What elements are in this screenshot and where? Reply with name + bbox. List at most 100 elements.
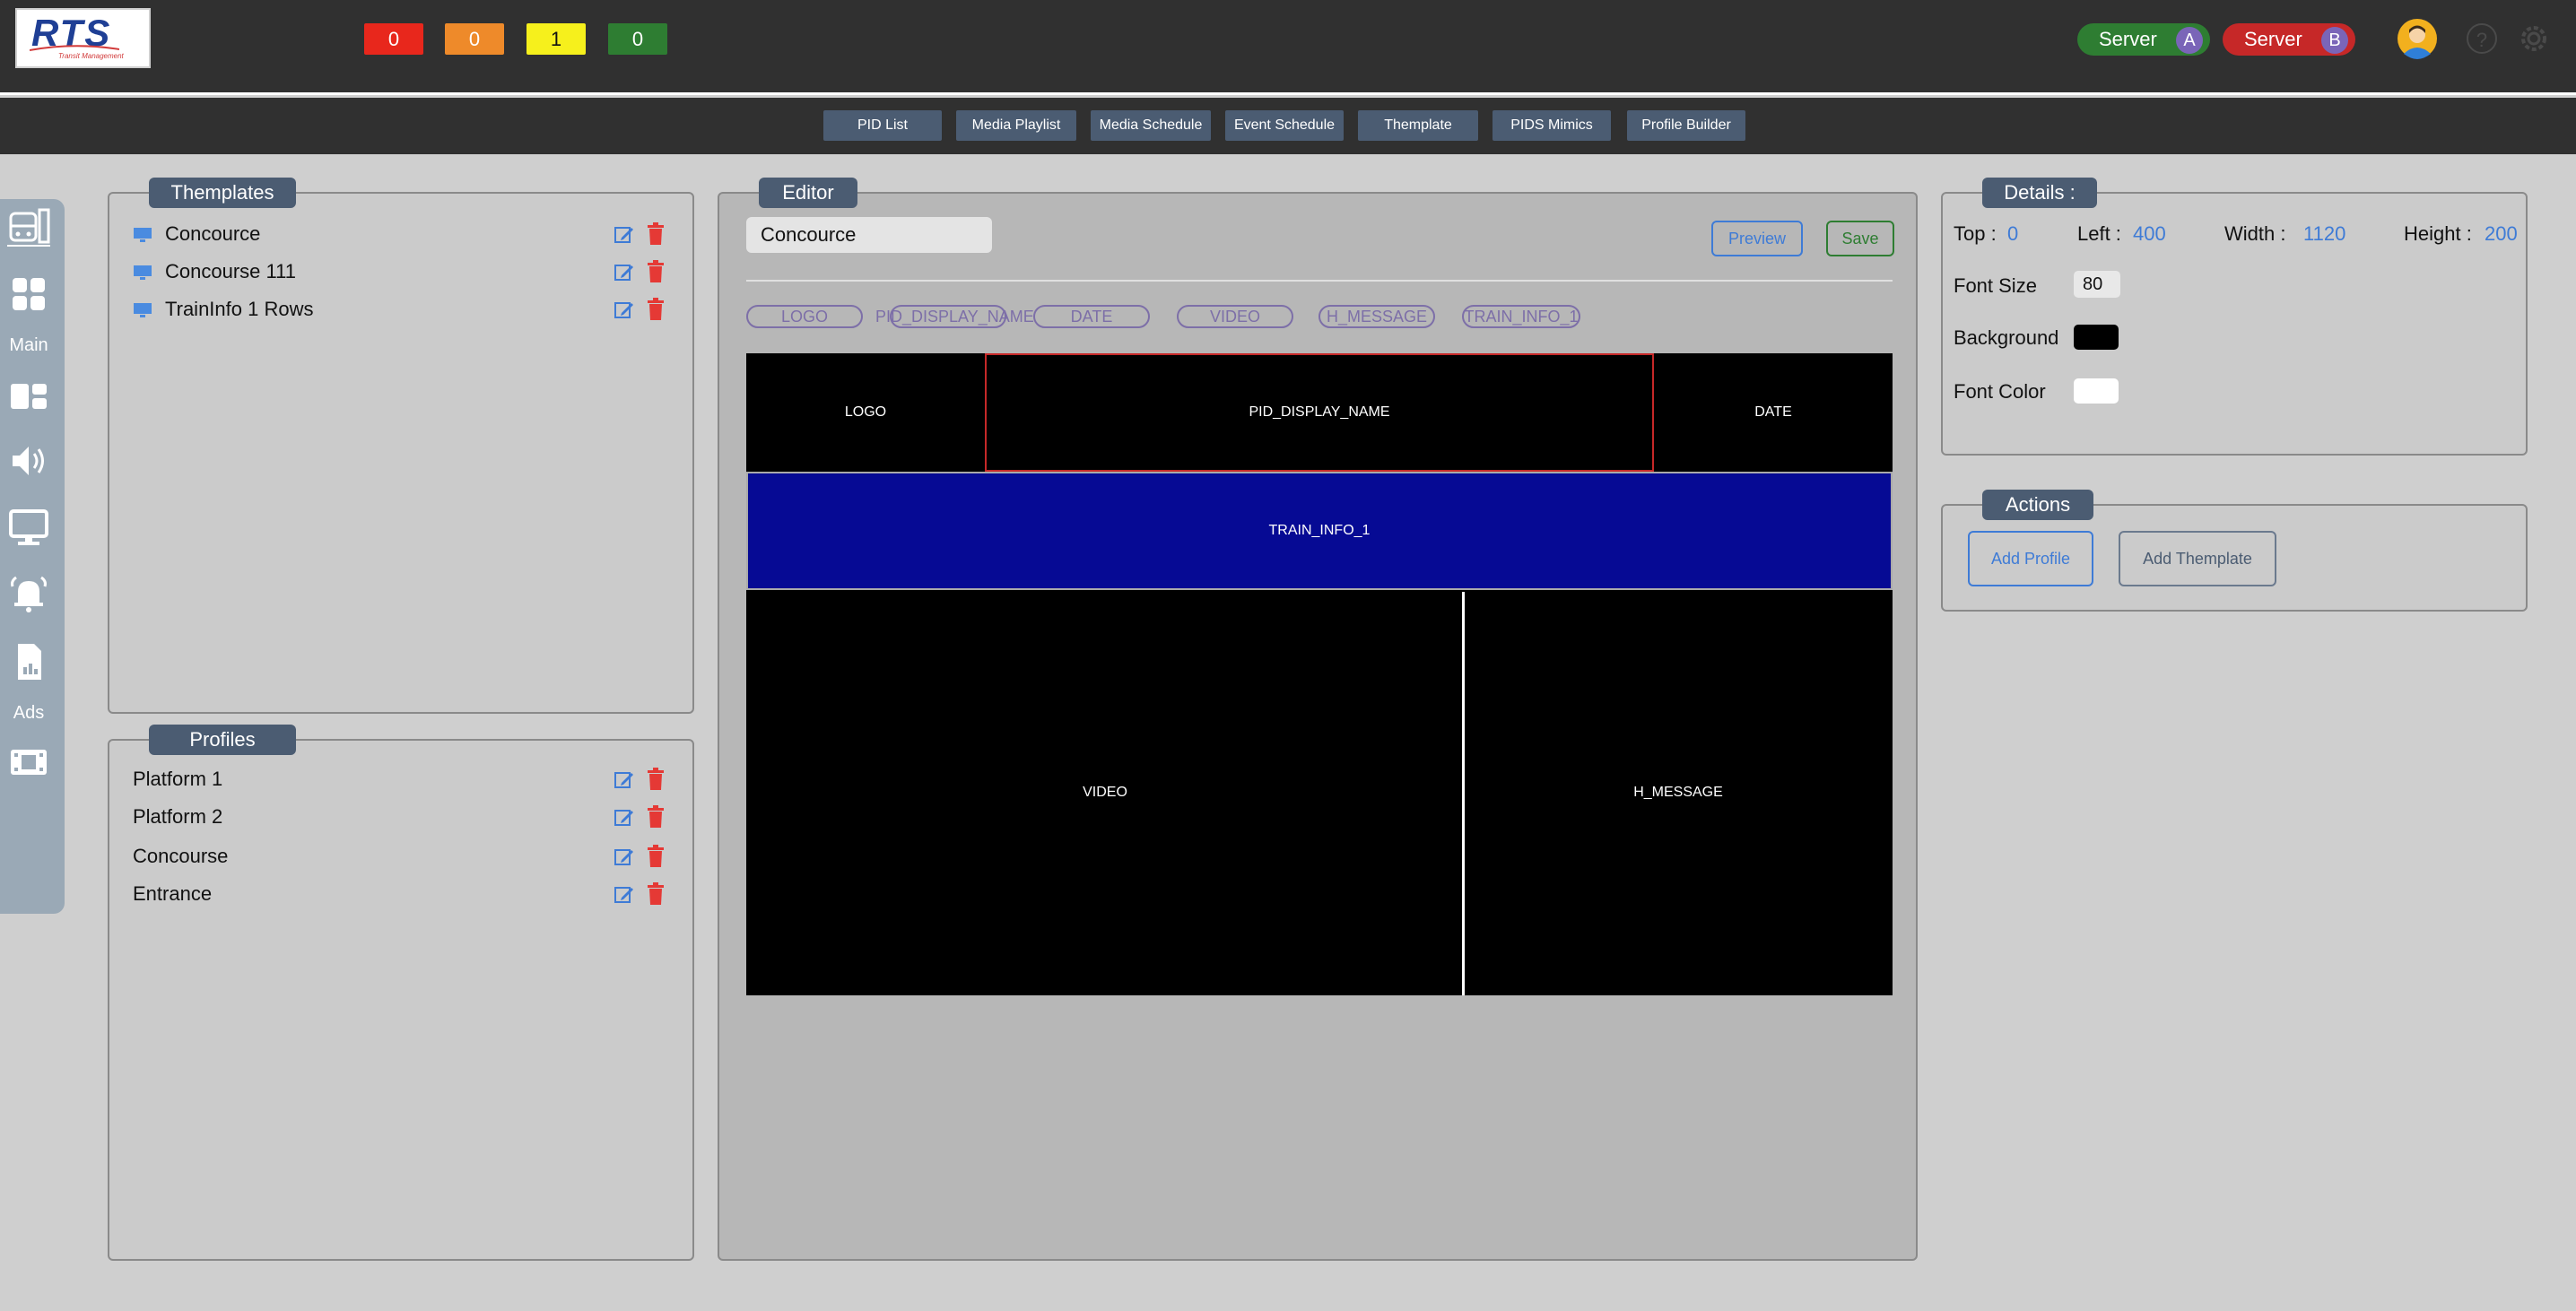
monitor-icon bbox=[134, 228, 152, 243]
tab-profile-builder[interactable]: Profile Builder bbox=[1627, 110, 1745, 141]
profiles-panel: Profiles Platform 1 Platform 2 Concourse… bbox=[108, 725, 694, 1261]
monitor-icon[interactable] bbox=[7, 508, 50, 547]
canvas-divider bbox=[1462, 592, 1465, 995]
add-template-button[interactable]: Add Themplate bbox=[2119, 531, 2276, 586]
edit-icon[interactable] bbox=[614, 847, 635, 868]
server-a-status[interactable]: Server A bbox=[2077, 23, 2210, 56]
preview-button[interactable]: Preview bbox=[1711, 221, 1803, 256]
side-rail: Main Ads bbox=[0, 199, 65, 914]
profile-item[interactable]: Platform 2 bbox=[133, 803, 222, 830]
profiles-panel-title: Profiles bbox=[149, 725, 296, 755]
editor-panel: Editor Preview Save LOGO PID_DISPLAY_NAM… bbox=[718, 178, 1918, 1261]
profile-item[interactable]: Entrance bbox=[133, 881, 212, 907]
height-value[interactable]: 200 bbox=[2485, 222, 2518, 246]
font-size-input[interactable]: 80 bbox=[2074, 271, 2120, 298]
font-size-label: Font Size bbox=[1954, 274, 2037, 297]
gear-icon[interactable] bbox=[2517, 22, 2551, 56]
tab-media-schedule[interactable]: Media Schedule bbox=[1091, 110, 1211, 141]
rts-logo[interactable]: RTS Transit Management bbox=[15, 8, 151, 68]
tab-pid-list[interactable]: PID List bbox=[823, 110, 942, 141]
details-panel: Details : Top : 0 Left : 400 Width : 112… bbox=[1941, 178, 2528, 456]
edit-icon[interactable] bbox=[614, 884, 635, 906]
server-b-letter: B bbox=[2321, 27, 2348, 54]
width-label: Width : bbox=[2224, 222, 2286, 245]
alarm-counter-ok[interactable]: 0 bbox=[608, 23, 667, 55]
height-label: Height : bbox=[2404, 222, 2472, 245]
delete-icon[interactable] bbox=[646, 260, 666, 283]
alarm-bell-icon[interactable] bbox=[7, 574, 50, 613]
dashboard-grid-icon[interactable] bbox=[7, 274, 50, 314]
speaker-icon[interactable] bbox=[7, 441, 50, 481]
template-item-label: Concource bbox=[165, 222, 261, 245]
template-item[interactable]: Concourse 111 bbox=[133, 258, 296, 285]
editor-divider bbox=[746, 280, 1893, 282]
edit-icon[interactable] bbox=[614, 300, 635, 321]
alarm-counter-minor[interactable]: 1 bbox=[527, 23, 586, 55]
template-item[interactable]: Concource bbox=[133, 221, 260, 247]
chip-drag-outline bbox=[890, 305, 1006, 328]
server-a-letter: A bbox=[2176, 27, 2203, 54]
monitor-icon bbox=[134, 303, 152, 318]
chip-logo[interactable]: LOGO bbox=[746, 305, 863, 328]
left-value[interactable]: 400 bbox=[2133, 222, 2166, 246]
monitor-icon bbox=[134, 265, 152, 281]
chip-video[interactable]: VIDEO bbox=[1177, 305, 1293, 328]
canvas-block-train-info-1[interactable]: TRAIN_INFO_1 bbox=[746, 472, 1893, 590]
edit-icon[interactable] bbox=[614, 769, 635, 791]
film-strip-icon[interactable] bbox=[7, 742, 50, 782]
report-document-icon[interactable] bbox=[7, 642, 50, 682]
train-pid-icon[interactable] bbox=[7, 208, 50, 247]
tab-pids-mimics[interactable]: PIDS Mimics bbox=[1493, 110, 1611, 141]
template-item-label: TrainInfo 1 Rows bbox=[165, 298, 314, 320]
tab-media-playlist[interactable]: Media Playlist bbox=[956, 110, 1076, 141]
delete-icon[interactable] bbox=[646, 298, 666, 321]
chip-train-info-1[interactable]: TRAIN_INFO_1 bbox=[1462, 305, 1580, 328]
layout-blocks-icon[interactable] bbox=[7, 377, 50, 416]
alarm-counter-major[interactable]: 0 bbox=[445, 23, 504, 55]
delete-icon[interactable] bbox=[646, 882, 666, 906]
canvas-block-logo[interactable]: LOGO bbox=[748, 355, 983, 470]
edit-icon[interactable] bbox=[614, 262, 635, 283]
help-icon[interactable]: ? bbox=[2467, 23, 2497, 54]
canvas-block-pid-display-name[interactable]: PID_DISPLAY_NAME bbox=[985, 353, 1654, 472]
font-color-swatch[interactable] bbox=[2074, 378, 2119, 404]
tab-themplate[interactable]: Themplate bbox=[1358, 110, 1478, 141]
save-button[interactable]: Save bbox=[1826, 221, 1894, 256]
logo-tagline: Transit Management bbox=[58, 52, 124, 60]
delete-icon[interactable] bbox=[646, 845, 666, 868]
server-b-label: Server bbox=[2244, 28, 2302, 50]
details-panel-title: Details : bbox=[1982, 178, 2097, 208]
chip-h-message[interactable]: H_MESSAGE bbox=[1318, 305, 1435, 328]
tab-event-schedule[interactable]: Event Schedule bbox=[1225, 110, 1344, 141]
template-name-input[interactable] bbox=[746, 217, 992, 253]
alarm-counter-critical[interactable]: 0 bbox=[364, 23, 423, 55]
server-b-status[interactable]: Server B bbox=[2223, 23, 2355, 56]
template-item[interactable]: TrainInfo 1 Rows bbox=[133, 296, 313, 323]
edit-icon[interactable] bbox=[614, 224, 635, 246]
add-profile-button[interactable]: Add Profile bbox=[1968, 531, 2093, 586]
left-label: Left : bbox=[2077, 222, 2121, 245]
delete-icon[interactable] bbox=[646, 805, 666, 829]
top-value[interactable]: 0 bbox=[2007, 222, 2018, 246]
background-color-swatch[interactable] bbox=[2074, 325, 2119, 350]
layout-canvas: LOGO PID_DISPLAY_NAME DATE TRAIN_INFO_1 … bbox=[746, 353, 1893, 995]
profile-item[interactable]: Concourse bbox=[133, 843, 228, 870]
top-label: Top : bbox=[1954, 222, 1997, 245]
background-label: Background bbox=[1954, 326, 2059, 349]
actions-panel-title: Actions bbox=[1982, 490, 2093, 520]
user-avatar-icon[interactable] bbox=[2397, 18, 2438, 59]
templates-panel-title: Themplates bbox=[149, 178, 296, 208]
chip-date[interactable]: DATE bbox=[1033, 305, 1150, 328]
canvas-block-h-message[interactable]: H_MESSAGE bbox=[1466, 592, 1891, 994]
canvas-block-date[interactable]: DATE bbox=[1656, 355, 1891, 470]
templates-panel: Themplates Concource Concourse 111 Train… bbox=[108, 178, 694, 714]
canvas-block-video[interactable]: VIDEO bbox=[748, 592, 1462, 994]
rail-label-main: Main bbox=[9, 335, 48, 355]
delete-icon[interactable] bbox=[646, 768, 666, 791]
font-color-label: Font Color bbox=[1954, 380, 2046, 403]
profile-item[interactable]: Platform 1 bbox=[133, 766, 222, 793]
delete-icon[interactable] bbox=[646, 222, 666, 246]
edit-icon[interactable] bbox=[614, 807, 635, 829]
width-value[interactable]: 1120 bbox=[2303, 222, 2345, 246]
editor-panel-title: Editor bbox=[759, 178, 857, 208]
